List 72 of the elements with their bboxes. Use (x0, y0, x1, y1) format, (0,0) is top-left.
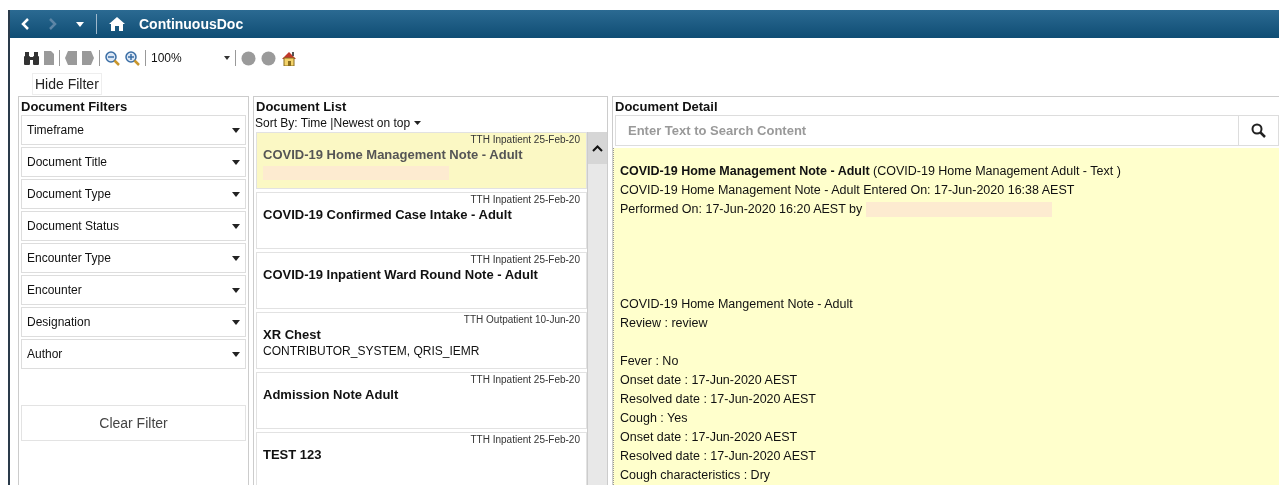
filter-dropdown[interactable]: Author (21, 339, 246, 369)
document-text-line: COVID-19 Home Management Note - Adult (COVID-19 Home Management Adult - Text ) (620, 163, 1121, 180)
document-meta: TTH Outpatient 10-Jun-20 (463, 314, 580, 325)
panel-title: Document List (256, 99, 348, 114)
document-title: TEST 123 (263, 447, 322, 462)
house-icon[interactable] (281, 50, 297, 66)
search-button[interactable] (1239, 115, 1279, 146)
zoom-out-icon[interactable] (105, 50, 120, 66)
document-meta: TTH Inpatient 25-Feb-20 (470, 194, 580, 205)
document-list-item[interactable]: TTH Inpatient 25-Feb-20 COVID-19 Home Management Note - Adult (256, 132, 587, 189)
next-page-icon[interactable] (82, 51, 94, 65)
document-title: XR Chest (263, 327, 321, 342)
document-list-item[interactable]: TTH Inpatient 25-Feb-20 COVID-19 Inpatient Ward Round Note - Adult (256, 252, 587, 309)
document-meta: TTH Inpatient 25-Feb-20 (470, 254, 580, 265)
document-text-line: COVID-19 Home Mangement Note - Adult (620, 296, 853, 313)
document-text-line: COVID-19 Home Management Note - Adult Entered On: 17-Jun-2020 16:38 AEST (620, 182, 1075, 199)
zoom-in-icon[interactable] (125, 50, 140, 66)
document-list-item[interactable]: TTH Inpatient 25-Feb-20 COVID-19 Confirmed Case Intake - Adult (256, 192, 587, 249)
binoculars-icon[interactable] (24, 51, 39, 65)
caret-icon (232, 287, 240, 293)
document-meta: TTH Inpatient 25-Feb-20 (470, 134, 580, 145)
caret-icon (232, 223, 240, 229)
caret-icon (232, 319, 240, 325)
filter-dropdown[interactable]: Timeframe (21, 115, 246, 145)
search-icon (1251, 123, 1266, 138)
caret-icon (232, 351, 240, 357)
document-text-line: Fever : No (620, 353, 679, 370)
document-text-line: Performed On: 17-Jun-2020 16:20 AEST by (620, 201, 863, 218)
caret-icon[interactable] (414, 121, 422, 125)
document-text-line: Onset date : 17-Jun-2020 AEST (620, 372, 798, 389)
caret-icon[interactable] (76, 21, 84, 27)
document-title: COVID-19 Home Management Note - Adult (263, 147, 523, 162)
clear-filter-button[interactable]: Clear Filter (21, 405, 246, 441)
document-list-item[interactable]: TTH Inpatient 25-Feb-20 TEST 123 (256, 432, 587, 485)
window-title: ContinuousDoc (139, 16, 244, 32)
filter-dropdown[interactable]: Document Title (21, 147, 246, 177)
document-text-line: Review : review (620, 315, 708, 332)
previous-page-icon[interactable] (65, 51, 77, 65)
filter-dropdown[interactable]: Designation (21, 307, 246, 337)
document-list-item[interactable]: TTH Outpatient 10-Jun-20 XR Chest CONTRIBUTOR_SYSTEM, QRIS_IEMR (256, 312, 587, 369)
caret-icon (232, 191, 240, 197)
document-title: COVID-19 Inpatient Ward Round Note - Adult (263, 267, 538, 282)
document-text-line: Resolved date : 17-Jun-2020 AEST (620, 391, 816, 408)
document-text-line: Cough : Yes (620, 410, 688, 427)
filter-dropdown[interactable]: Encounter (21, 275, 246, 305)
document-title: Admission Note Adult (263, 387, 399, 402)
filter-dropdown[interactable]: Document Status (21, 211, 246, 241)
document-text-line: Resolved date : 17-Jun-2020 AEST (620, 448, 816, 465)
scrollbar[interactable] (587, 132, 607, 485)
document-author: CONTRIBUTOR_SYSTEM, QRIS_IEMR (263, 344, 480, 358)
chevron-up-icon[interactable] (592, 144, 603, 152)
caret-icon (232, 255, 240, 261)
filter-dropdown[interactable]: Encounter Type (21, 243, 246, 273)
document-title: COVID-19 Confirmed Case Intake - Adult (263, 207, 512, 222)
document-meta: TTH Inpatient 25-Feb-20 (470, 434, 580, 445)
caret-icon (232, 159, 240, 165)
document-text-line: Onset date : 17-Jun-2020 AEST (620, 429, 798, 446)
home-icon[interactable] (109, 17, 125, 31)
hide-filter-button[interactable]: Hide Filter (32, 73, 102, 95)
circle-icon[interactable] (261, 50, 276, 66)
caret-icon (232, 127, 240, 133)
panel-title: Document Filters (21, 99, 129, 114)
zoom-level[interactable]: 100% (151, 51, 219, 65)
document-text-line: Cough characteristics : Dry (620, 467, 771, 484)
document-list-item[interactable]: TTH Inpatient 25-Feb-20 Admission Note Adult (256, 372, 587, 429)
panel-title: Document Detail (615, 99, 719, 114)
sort-selector[interactable]: Sort By: Time |Newest on top (255, 116, 411, 130)
caret-icon[interactable] (224, 56, 230, 60)
search-field[interactable]: Enter Text to Search Content (615, 115, 1239, 146)
filter-dropdown[interactable]: Document Type (21, 179, 246, 209)
document-meta: TTH Inpatient 25-Feb-20 (470, 374, 580, 385)
circle-icon[interactable] (241, 50, 256, 66)
